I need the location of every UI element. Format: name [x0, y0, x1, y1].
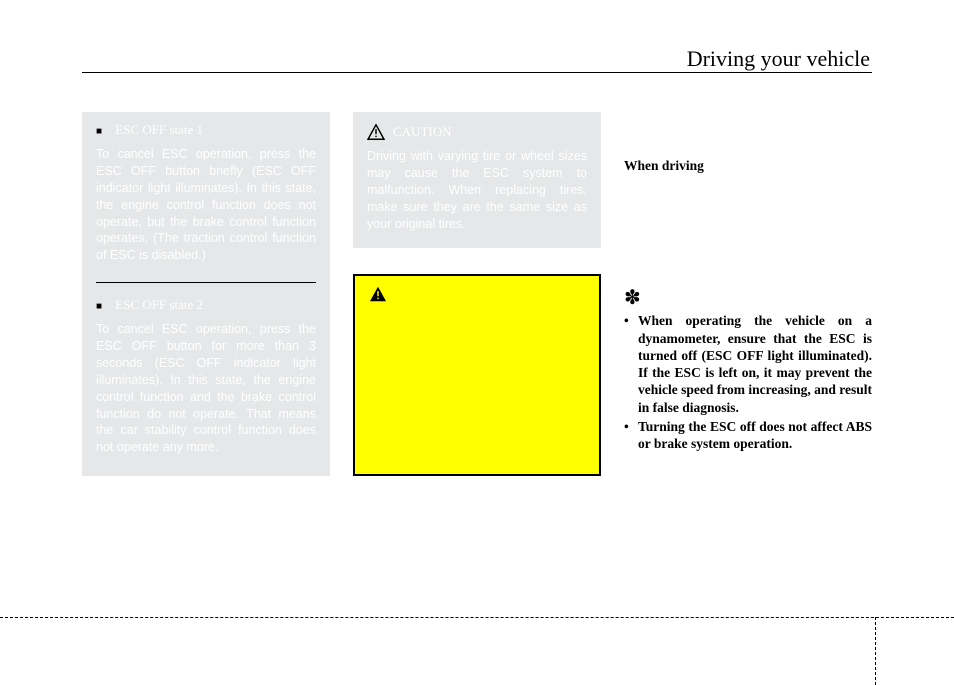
- when-driving-para-2: To turn ESC off while driving, press the…: [624, 217, 872, 269]
- notice-word: NOTICE: [645, 284, 726, 309]
- right-column: ESC OFF usage When driving It is a good …: [624, 112, 872, 476]
- esc-off-state-2-box: ESC OFF state 2 To cancel ESC operation,…: [82, 283, 330, 476]
- page-number: 5-33: [840, 628, 870, 645]
- notice-list: When operating the vehicle on a dynamome…: [624, 312, 872, 452]
- caution-body: Driving with varying tire or wheel sizes…: [367, 148, 587, 232]
- warning-triangle-icon: [369, 286, 387, 302]
- caution-box: CAUTION Driving with varying tire or whe…: [353, 112, 601, 248]
- left-column: ESC OFF state 1 To cancel ESC operation,…: [82, 112, 330, 476]
- esc-off-state-2-heading: ESC OFF state 2: [96, 297, 316, 313]
- when-driving-para-1: It is a good idea to keep the ESC turned…: [624, 178, 872, 213]
- warning-heading: WARNING: [369, 286, 585, 302]
- middle-column: CAUTION Driving with varying tire or whe…: [353, 112, 601, 476]
- notice-star-icon: ✽: [624, 287, 641, 309]
- three-column-layout: ESC OFF state 1 To cancel ESC operation,…: [82, 112, 872, 476]
- running-header: Driving your vehicle: [687, 46, 870, 72]
- notice-item-1: When operating the vehicle on a dynamome…: [638, 312, 872, 416]
- footer-crop-line-v: [875, 617, 876, 685]
- notice-item-2: Turning the ESC off does not affect ABS …: [638, 418, 872, 453]
- footer-crop-line-h: [0, 617, 954, 618]
- when-driving-heading: When driving: [624, 158, 872, 174]
- esc-off-state-2-body: To cancel ESC operation, press the ESC O…: [96, 321, 316, 456]
- caution-label: CAUTION: [393, 124, 452, 140]
- esc-off-state-1-heading: ESC OFF state 1: [96, 122, 316, 138]
- notice-flag: ✽NOTICE: [624, 284, 872, 310]
- esc-off-state-1-body: To cancel ESC operation, press the ESC O…: [96, 146, 316, 264]
- section-title: ESC OFF usage: [624, 120, 872, 136]
- header-rule: [82, 72, 872, 73]
- warning-box: WARNING Never press the ESC OFF button w…: [353, 274, 601, 476]
- warning-body: Never press the ESC OFF button while ESC…: [369, 308, 585, 460]
- caution-triangle-icon: [367, 124, 385, 140]
- esc-off-states: ESC OFF state 1 To cancel ESC operation,…: [82, 112, 330, 476]
- warning-label: WARNING: [395, 286, 456, 302]
- caution-heading: CAUTION: [367, 124, 587, 140]
- esc-off-state-1-box: ESC OFF state 1 To cancel ESC operation,…: [82, 112, 330, 282]
- manual-page: Driving your vehicle ESC OFF state 1 To …: [0, 0, 954, 685]
